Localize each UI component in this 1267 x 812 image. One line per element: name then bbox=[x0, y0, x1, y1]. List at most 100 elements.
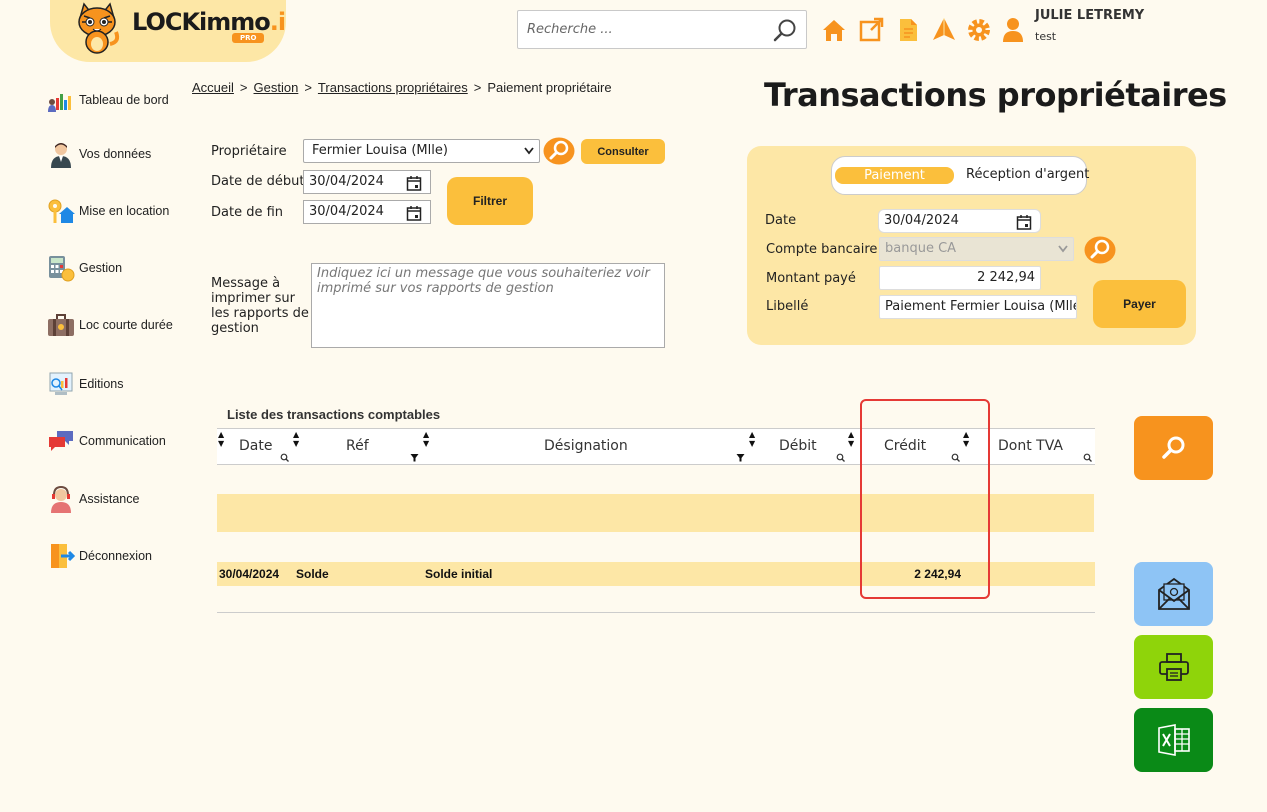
suitcase-icon bbox=[48, 314, 74, 336]
sidebar-item-logout[interactable]: Déconnexion bbox=[47, 540, 187, 572]
search-icon[interactable] bbox=[1083, 453, 1092, 462]
sidebar-item-label: Vos données bbox=[79, 147, 152, 161]
owner-label: Propriétaire bbox=[211, 144, 287, 159]
cell-designation: Solde initial bbox=[425, 567, 493, 581]
chevron-down-icon bbox=[524, 147, 534, 155]
calendar-icon[interactable] bbox=[406, 175, 422, 191]
pay-button[interactable]: Payer bbox=[1093, 280, 1186, 328]
search-icon[interactable] bbox=[280, 453, 289, 462]
sidebar-item-label: Assistance bbox=[79, 492, 140, 506]
sidebar-item-label: Editions bbox=[79, 377, 124, 391]
report-icon bbox=[49, 372, 73, 395]
sidebar-item-short-rental[interactable]: Loc courte durée bbox=[47, 309, 187, 341]
logout-icon bbox=[51, 544, 75, 568]
search-icon bbox=[1161, 436, 1184, 459]
cell-ref: Solde bbox=[296, 567, 329, 581]
breadcrumb-link-owner-transactions[interactable]: Transactions propriétaires bbox=[318, 80, 468, 95]
search-icon[interactable] bbox=[772, 18, 798, 44]
sidebar-item-assistance[interactable]: Assistance bbox=[47, 483, 187, 515]
user-icon[interactable] bbox=[999, 16, 1027, 44]
breadcrumb-current: Paiement propriétaire bbox=[487, 80, 612, 95]
gear-icon[interactable] bbox=[965, 16, 993, 44]
cat-logo-icon bbox=[78, 2, 120, 54]
person-icon bbox=[51, 143, 71, 168]
amount-label: Montant payé bbox=[766, 271, 856, 286]
home-icon[interactable] bbox=[820, 16, 848, 44]
sidebar-item-editions[interactable]: Editions bbox=[47, 368, 187, 400]
filter-icon[interactable] bbox=[410, 453, 419, 462]
tab-payment[interactable]: Paiement bbox=[835, 167, 954, 184]
amount-input[interactable]: 2 242,94 bbox=[879, 266, 1041, 290]
calendar-icon[interactable] bbox=[406, 205, 422, 221]
chat-icon bbox=[49, 431, 73, 451]
search-icon[interactable] bbox=[836, 453, 845, 462]
credit-column-highlight bbox=[860, 399, 990, 599]
logo-badge: PRO bbox=[232, 33, 265, 43]
message-label: Message à imprimer sur les rapports de g… bbox=[211, 276, 309, 336]
logo[interactable]: LOCKimmo.io PRO bbox=[50, 0, 286, 62]
payment-date-label: Date bbox=[765, 213, 797, 228]
bank-account-label: Compte bancaire bbox=[766, 242, 878, 257]
key-house-icon bbox=[48, 199, 75, 223]
excel-export-button[interactable] bbox=[1134, 708, 1213, 772]
owner-search-icon[interactable] bbox=[543, 137, 575, 165]
sidebar-item-label: Gestion bbox=[79, 261, 123, 275]
document-icon[interactable] bbox=[894, 16, 922, 44]
libelle-input[interactable]: Paiement Fermier Louisa (Mlle) bbox=[879, 295, 1077, 319]
search-button[interactable] bbox=[1134, 416, 1213, 480]
sidebar-item-label: Loc courte durée bbox=[79, 318, 173, 332]
column-header-vat[interactable]: Dont TVA bbox=[998, 438, 1063, 454]
filter-icon[interactable] bbox=[736, 453, 745, 462]
filter-button[interactable]: Filtrer bbox=[447, 177, 533, 225]
bank-search-icon[interactable] bbox=[1083, 236, 1117, 264]
tab-money-reception[interactable]: Réception d'argent bbox=[966, 167, 1089, 182]
email-button[interactable] bbox=[1134, 562, 1213, 626]
sort-icon[interactable]: ▲ ▼ bbox=[423, 430, 429, 448]
page-title: Transactions propriétaires bbox=[764, 76, 1227, 114]
bank-account-select[interactable]: banque CA bbox=[879, 237, 1074, 261]
column-header-ref[interactable]: Réf bbox=[346, 438, 369, 454]
start-date-input[interactable]: 30/04/2024 bbox=[303, 170, 431, 194]
column-header-designation[interactable]: Désignation bbox=[544, 438, 628, 454]
start-date-label: Date de début bbox=[211, 174, 305, 189]
cell-date: 30/04/2024 bbox=[219, 567, 280, 581]
table-bottom-border bbox=[217, 612, 1095, 613]
sidebar-item-communication[interactable]: Communication bbox=[47, 425, 187, 457]
breadcrumb: Accueil > Gestion > Transactions propriétair… bbox=[192, 80, 612, 95]
breadcrumb-link-home[interactable]: Accueil bbox=[192, 80, 234, 95]
sidebar-item-label: Déconnexion bbox=[79, 549, 152, 563]
send-icon[interactable] bbox=[930, 16, 958, 44]
sidebar-item-management[interactable]: Gestion bbox=[47, 252, 187, 284]
search-input[interactable] bbox=[518, 11, 758, 48]
sidebar-item-rental[interactable]: Mise en location bbox=[47, 195, 187, 227]
transactions-list-title: Liste des transactions comptables bbox=[227, 407, 441, 422]
email-icon bbox=[1157, 577, 1190, 610]
column-header-debit[interactable]: Débit bbox=[779, 438, 817, 454]
user-subtitle: test bbox=[1035, 30, 1057, 43]
sort-icon[interactable]: ▲ ▼ bbox=[218, 430, 224, 448]
sidebar-item-label: Mise en location bbox=[79, 204, 170, 218]
logo-text: LOCKimmo.io bbox=[132, 8, 286, 36]
excel-icon bbox=[1157, 724, 1190, 756]
column-header-date[interactable]: Date bbox=[239, 438, 272, 454]
sidebar-item-dashboard[interactable]: Tableau de bord bbox=[47, 84, 187, 116]
payment-date-input[interactable]: 30/04/2024 bbox=[878, 209, 1041, 233]
print-button[interactable] bbox=[1134, 635, 1213, 699]
sidebar-item-label: Communication bbox=[79, 434, 166, 448]
end-date-input[interactable]: 30/04/2024 bbox=[303, 200, 431, 224]
user-name[interactable]: JULIE LETREMY bbox=[1035, 8, 1144, 23]
calendar-icon[interactable] bbox=[1016, 214, 1032, 230]
external-link-icon[interactable] bbox=[857, 16, 885, 44]
sort-icon[interactable]: ▲ ▼ bbox=[749, 430, 755, 448]
breadcrumb-link-management[interactable]: Gestion bbox=[254, 80, 299, 95]
libelle-label: Libellé bbox=[766, 299, 809, 314]
dashboard-icon bbox=[48, 94, 71, 112]
sort-icon[interactable]: ▲ ▼ bbox=[293, 430, 299, 448]
consult-button[interactable]: Consulter bbox=[581, 139, 665, 164]
sort-icon[interactable]: ▲ ▼ bbox=[848, 430, 854, 448]
message-textarea[interactable]: Indiquez ici un message que vous souhait… bbox=[311, 263, 665, 348]
support-icon bbox=[51, 485, 71, 513]
owner-select[interactable]: Fermier Louisa (Mlle) bbox=[303, 139, 540, 163]
chevron-down-icon bbox=[1058, 245, 1068, 253]
sidebar-item-data[interactable]: Vos données bbox=[47, 138, 187, 170]
